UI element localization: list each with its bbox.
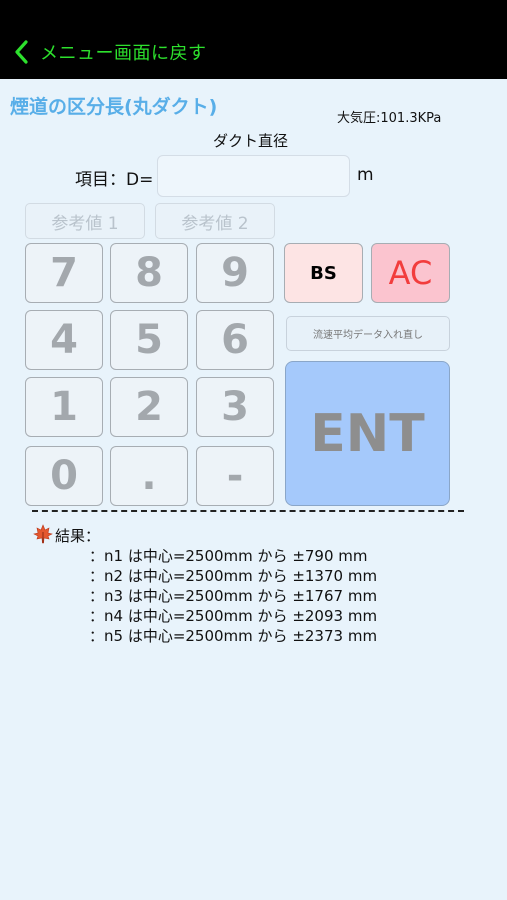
result-line-n2: ：n2 は中心=2500mm から ±1370 mm [89, 567, 378, 585]
result-line-n5: ：n5 は中心=2500mm から ±2373 mm [89, 627, 378, 645]
result-line-n3: ：n3 は中心=2500mm から ±1767 mm [89, 587, 378, 605]
reenter-average-flow-button[interactable]: 流速平均データ入れ直し [286, 316, 450, 351]
chevron-left-icon [15, 40, 28, 64]
key-4[interactable]: 4 [25, 310, 103, 370]
key-2[interactable]: 2 [110, 377, 188, 437]
key-minus[interactable]: - [196, 446, 274, 506]
item-label: 項目：D= [75, 170, 154, 190]
enter-button[interactable]: ENT [285, 361, 450, 506]
back-button-label: メニュー画面に戻す [40, 43, 207, 64]
key-8[interactable]: 8 [110, 243, 188, 303]
backspace-button[interactable]: BS [284, 243, 363, 303]
reference-value-2-button[interactable]: 参考値 2 [155, 203, 275, 239]
key-decimal[interactable]: . [110, 446, 188, 506]
section-label: ダクト直径 [213, 132, 289, 150]
page-title: 煙道の区分長(丸ダクト) [10, 96, 218, 118]
reference-value-1-button[interactable]: 参考値 1 [25, 203, 145, 239]
key-3[interactable]: 3 [196, 377, 274, 437]
maple-leaf-icon [33, 524, 53, 544]
all-clear-button[interactable]: AC [371, 243, 450, 303]
diameter-input[interactable] [157, 155, 350, 197]
unit-label: m [357, 165, 374, 185]
result-line-n4: ：n4 は中心=2500mm から ±2093 mm [89, 607, 378, 625]
key-9[interactable]: 9 [196, 243, 274, 303]
results-divider [32, 510, 464, 512]
key-0[interactable]: 0 [25, 446, 103, 506]
key-6[interactable]: 6 [196, 310, 274, 370]
result-label: 結果： [55, 527, 101, 545]
key-1[interactable]: 1 [25, 377, 103, 437]
key-7[interactable]: 7 [25, 243, 103, 303]
key-5[interactable]: 5 [110, 310, 188, 370]
navigation-bar: メニュー画面に戻す [0, 0, 507, 79]
result-line-n1: ：n1 は中心=2500mm から ±790 mm [89, 547, 368, 565]
atmospheric-pressure: 大気圧:101.3KPa [337, 111, 442, 126]
back-button[interactable]: メニュー画面に戻す [12, 36, 207, 68]
